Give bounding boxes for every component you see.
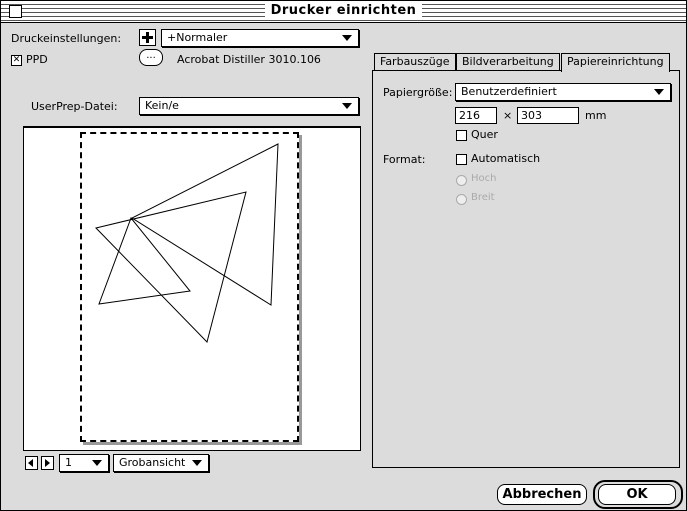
- hoch-radio[interactable]: [456, 175, 467, 186]
- setup-dialog: Drucker einrichten Druckeinstellungen: +…: [0, 0, 687, 511]
- cancel-button[interactable]: Abbrechen: [497, 484, 587, 505]
- ppd-select-button[interactable]: ...: [139, 49, 163, 66]
- tab-papiereinrichtung[interactable]: Papiereinrichtung: [561, 53, 670, 72]
- automatisch-checkbox[interactable]: [456, 154, 467, 165]
- ok-button[interactable]: OK: [598, 484, 676, 505]
- ppd-checkbox[interactable]: ✕: [11, 55, 22, 66]
- tab-farbauszuege[interactable]: Farbauszüge: [374, 53, 456, 71]
- unit-label: mm: [585, 109, 607, 122]
- ppd-name: Acrobat Distiller 3010.106: [177, 53, 321, 66]
- triangle-down-icon: [92, 460, 102, 466]
- paper-width-field[interactable]: 216: [455, 107, 497, 124]
- arrow-left-icon[interactable]: [25, 456, 38, 470]
- page-number-value: 1: [65, 456, 72, 469]
- view-mode-value: Grobansicht: [119, 456, 186, 469]
- preview-graphic: [95, 143, 279, 343]
- page-preview: [23, 126, 361, 451]
- userprep-popup[interactable]: Kein/e: [139, 97, 359, 115]
- page-number-popup[interactable]: 1: [59, 454, 109, 472]
- druckeinstellungen-popup[interactable]: +Normaler: [161, 29, 359, 47]
- quer-checkbox[interactable]: [456, 130, 467, 141]
- arrow-right-icon[interactable]: [41, 456, 54, 470]
- format-label: Format:: [383, 153, 426, 166]
- quer-label: Quer: [471, 128, 498, 141]
- papiergroesse-label: Papiergröße:: [383, 86, 453, 99]
- paper-height-field[interactable]: 303: [517, 107, 579, 124]
- window-title: Drucker einrichten: [264, 3, 423, 18]
- tab-bildverarbeitung[interactable]: Bildverarbeitung: [456, 53, 560, 71]
- userprep-value: Kein/e: [145, 99, 179, 112]
- automatisch-label: Automatisch: [471, 152, 541, 165]
- triangle-down-icon: [342, 35, 352, 41]
- druckeinstellungen-value: +Normaler: [167, 31, 228, 44]
- triangle-down-icon: [654, 89, 664, 95]
- tab-panel-papiereinrichtung: Papiergröße: Benutzerdefiniert 216 × 303…: [372, 70, 680, 468]
- view-mode-popup[interactable]: Grobansicht: [113, 454, 209, 472]
- ppd-label: PPD: [26, 53, 48, 66]
- preview-page: [80, 132, 299, 442]
- breit-radio[interactable]: [456, 194, 467, 205]
- userprep-label: UserPrep-Datei:: [31, 100, 118, 113]
- times-sign: ×: [503, 109, 513, 122]
- papiergroesse-popup[interactable]: Benutzerdefiniert: [455, 83, 671, 101]
- hoch-label: Hoch: [471, 173, 497, 184]
- triangle-down-icon: [342, 103, 352, 109]
- triangle-down-icon: [192, 460, 202, 466]
- title-bar[interactable]: Drucker einrichten: [1, 1, 686, 23]
- plus-icon[interactable]: [139, 29, 156, 46]
- druckeinstellungen-label: Druckeinstellungen:: [11, 32, 122, 45]
- papiergroesse-value: Benutzerdefiniert: [461, 85, 557, 98]
- paper-height-value: 303: [521, 109, 542, 122]
- breit-label: Breit: [471, 192, 495, 203]
- paper-width-value: 216: [459, 109, 480, 122]
